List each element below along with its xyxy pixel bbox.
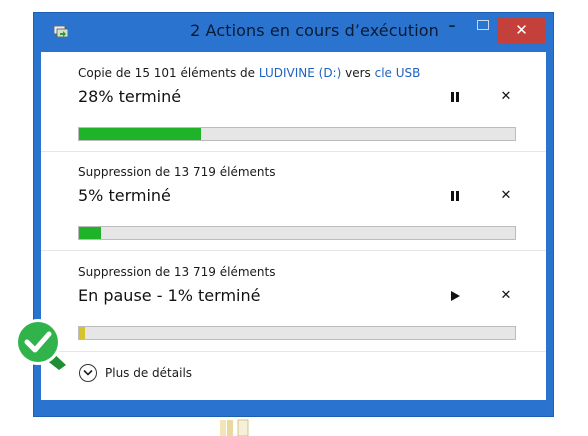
operation-item: Suppression de 13 719 éléments 5% termin… — [41, 151, 546, 251]
screenshot-stage: 2 Actions en cours d’exécution – ✕ Copie… — [0, 0, 588, 436]
pause-button[interactable] — [448, 187, 462, 205]
operation-status: En pause - 1% terminé — [78, 286, 261, 305]
file-operation-dialog: 2 Actions en cours d’exécution – ✕ Copie… — [33, 12, 554, 417]
operation-item: Copie de 15 101 éléments de LUDIVINE (D:… — [41, 52, 546, 152]
play-icon — [450, 290, 460, 301]
description-middle: vers — [341, 66, 375, 80]
minimize-button[interactable]: – — [441, 16, 463, 38]
maximize-button[interactable] — [472, 16, 494, 38]
operations-panel: Copie de 15 101 éléments de LUDIVINE (D:… — [41, 52, 546, 400]
cancel-button[interactable]: ✕ — [499, 187, 513, 205]
progress-fill — [79, 128, 202, 140]
pause-icon — [450, 89, 460, 104]
pause-button[interactable] — [448, 88, 462, 106]
operation-item: Suppression de 13 719 éléments En pause … — [41, 251, 546, 352]
title-bar[interactable]: 2 Actions en cours d’exécution – ✕ — [33, 12, 554, 52]
progress-bar — [78, 127, 516, 141]
operation-description: Suppression de 13 719 éléments — [78, 265, 276, 279]
progress-fill — [79, 227, 101, 239]
destination-link[interactable]: cle USB — [375, 66, 421, 80]
source-link[interactable]: LUDIVINE (D:) — [259, 66, 341, 80]
taskbar-item-icon — [216, 417, 256, 436]
resume-button[interactable] — [448, 287, 462, 305]
operation-description: Copie de 15 101 éléments de LUDIVINE (D:… — [78, 66, 420, 80]
check-badge-icon — [15, 319, 66, 370]
cancel-button[interactable]: ✕ — [499, 287, 513, 305]
operation-description: Suppression de 13 719 éléments — [78, 165, 276, 179]
close-button[interactable]: ✕ — [497, 18, 546, 43]
chevron-down-icon[interactable] — [79, 364, 97, 382]
more-details-toggle[interactable]: Plus de détails — [41, 352, 546, 400]
progress-bar — [78, 226, 516, 240]
operation-status: 28% terminé — [78, 87, 182, 106]
more-details-label[interactable]: Plus de détails — [105, 366, 192, 380]
cancel-button[interactable]: ✕ — [499, 88, 513, 106]
progress-bar — [78, 326, 516, 340]
cancel-icon: ✕ — [500, 188, 512, 203]
description-prefix: Copie de 15 101 éléments de — [78, 66, 259, 80]
cancel-icon: ✕ — [500, 89, 512, 104]
operation-status: 5% terminé — [78, 186, 171, 205]
cancel-icon: ✕ — [500, 288, 512, 303]
maximize-icon — [477, 20, 489, 30]
progress-fill — [79, 327, 86, 339]
pause-icon — [450, 188, 460, 203]
